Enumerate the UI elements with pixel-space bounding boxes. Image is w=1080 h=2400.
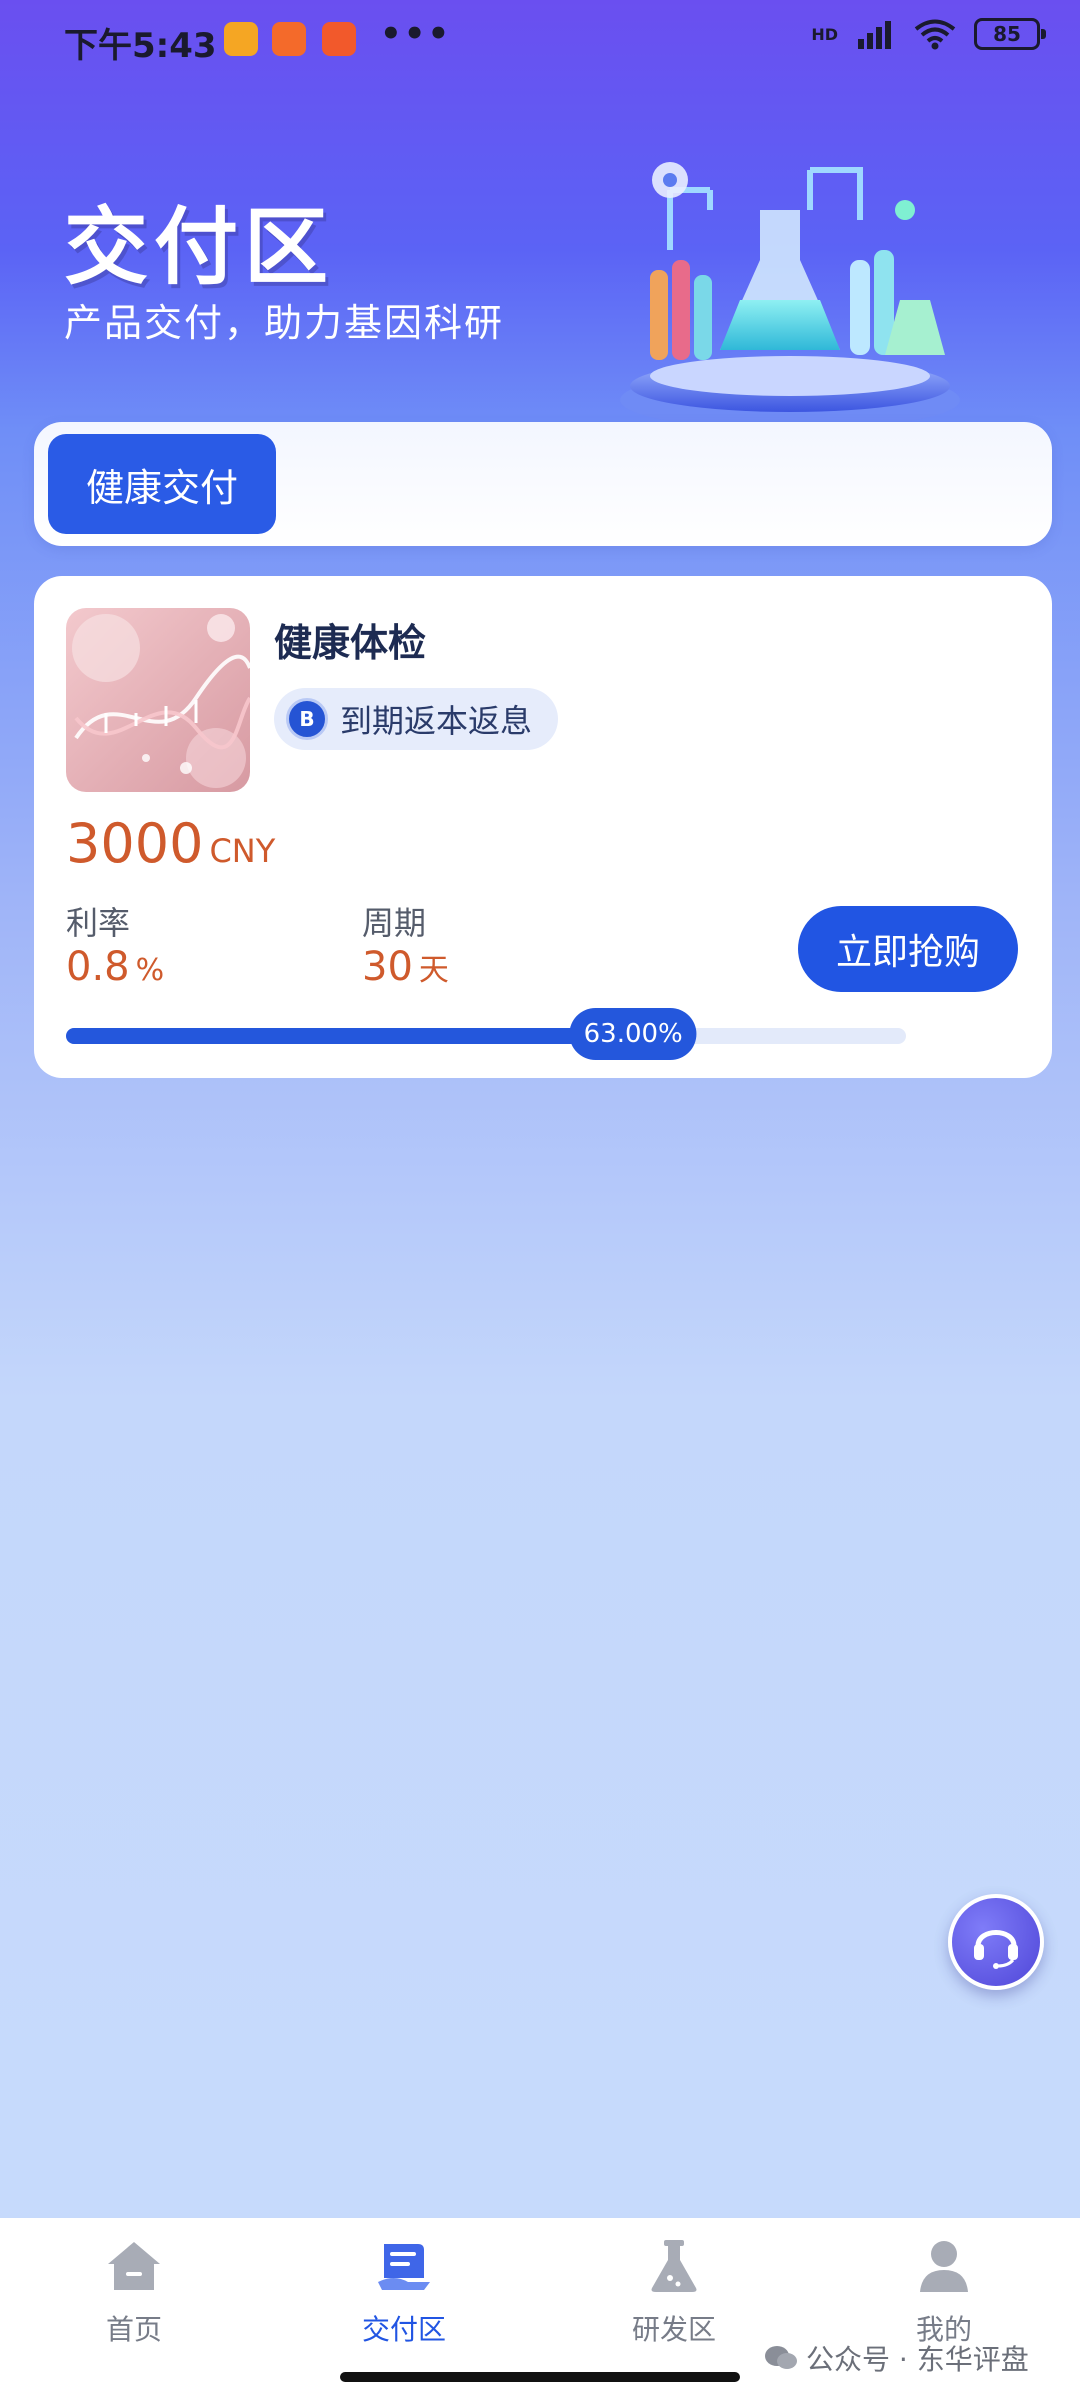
lab-illustration bbox=[620, 162, 960, 430]
headset-icon bbox=[974, 1930, 1018, 1969]
price-currency: CNY bbox=[209, 832, 276, 870]
product-card[interactable]: 健康体检 B 到期返本返息 3000 CNY 利率 0.8% 周期 30 天 立即抢… bbox=[34, 576, 1052, 1078]
nav-item-profile[interactable]: 我的 bbox=[844, 2238, 1044, 2348]
status-bar: 下午5:43 ••• HD 85 bbox=[0, 0, 1080, 90]
battery-indicator: 85 bbox=[974, 18, 1046, 50]
source-watermark: 公众号 · 东华评盘 bbox=[764, 2338, 1029, 2378]
customer-service-button[interactable] bbox=[948, 1894, 1044, 1990]
dna-product-image bbox=[66, 608, 250, 792]
status-time: 下午5:43 bbox=[64, 26, 217, 66]
person-icon bbox=[920, 2241, 968, 2292]
progress-fill bbox=[66, 1028, 596, 1044]
nav-label-home: 首页 bbox=[105, 2313, 162, 2346]
sales-progress-bar: 63.00% bbox=[66, 1008, 906, 1060]
nav-item-research[interactable]: 研发区 bbox=[574, 2238, 774, 2348]
period-unit: 天 bbox=[418, 953, 449, 988]
nav-label-delivery: 交付区 bbox=[361, 2313, 446, 2346]
coin-icon: B bbox=[286, 698, 328, 740]
message-app-icon bbox=[224, 22, 258, 56]
wechat-icon bbox=[765, 2346, 797, 2369]
product-name: 健康体检 bbox=[274, 621, 427, 665]
progress-percent-badge: 63.00% bbox=[569, 1008, 697, 1060]
period-value-group: 30 天 bbox=[362, 944, 449, 990]
period-value: 30 bbox=[362, 944, 413, 990]
nav-label-research: 研发区 bbox=[631, 2313, 716, 2346]
return-type-label: 到期返本返息 bbox=[340, 702, 533, 740]
buy-now-button[interactable]: 立即抢购 bbox=[798, 906, 1018, 992]
shopping-app-icon bbox=[272, 22, 306, 56]
home-icon bbox=[108, 2242, 160, 2290]
rate-value: 0.8 bbox=[66, 944, 130, 990]
page-title: 交付区 bbox=[64, 198, 335, 296]
battery-level: 85 bbox=[993, 22, 1021, 46]
category-tab-bar: 健康交付 bbox=[34, 422, 1052, 546]
more-notifications-icon: ••• bbox=[380, 14, 452, 54]
period-label: 周期 bbox=[362, 904, 427, 942]
delivery-icon bbox=[378, 2244, 430, 2290]
rate-value-group: 0.8% bbox=[66, 944, 164, 990]
network-hd-label: HD bbox=[811, 24, 838, 44]
tab-health-delivery[interactable]: 健康交付 bbox=[48, 434, 276, 534]
return-type-badge: B 到期返本返息 bbox=[274, 688, 559, 750]
product-price: 3000 CNY bbox=[66, 812, 275, 875]
wifi-icon bbox=[914, 19, 956, 50]
price-value: 3000 bbox=[66, 812, 204, 875]
page-subtitle: 产品交付，助力基因科研 bbox=[64, 301, 505, 345]
rate-unit: % bbox=[135, 953, 165, 988]
video-app-icon bbox=[322, 22, 356, 56]
watermark-text: 公众号 · 东华评盘 bbox=[806, 2343, 1029, 2376]
nav-item-home[interactable]: 首页 bbox=[34, 2238, 234, 2348]
signal-icon bbox=[858, 21, 891, 49]
flask-icon bbox=[651, 2240, 697, 2292]
home-indicator[interactable] bbox=[340, 2372, 740, 2382]
nav-item-delivery[interactable]: 交付区 bbox=[304, 2238, 504, 2348]
rate-label: 利率 bbox=[66, 904, 131, 942]
